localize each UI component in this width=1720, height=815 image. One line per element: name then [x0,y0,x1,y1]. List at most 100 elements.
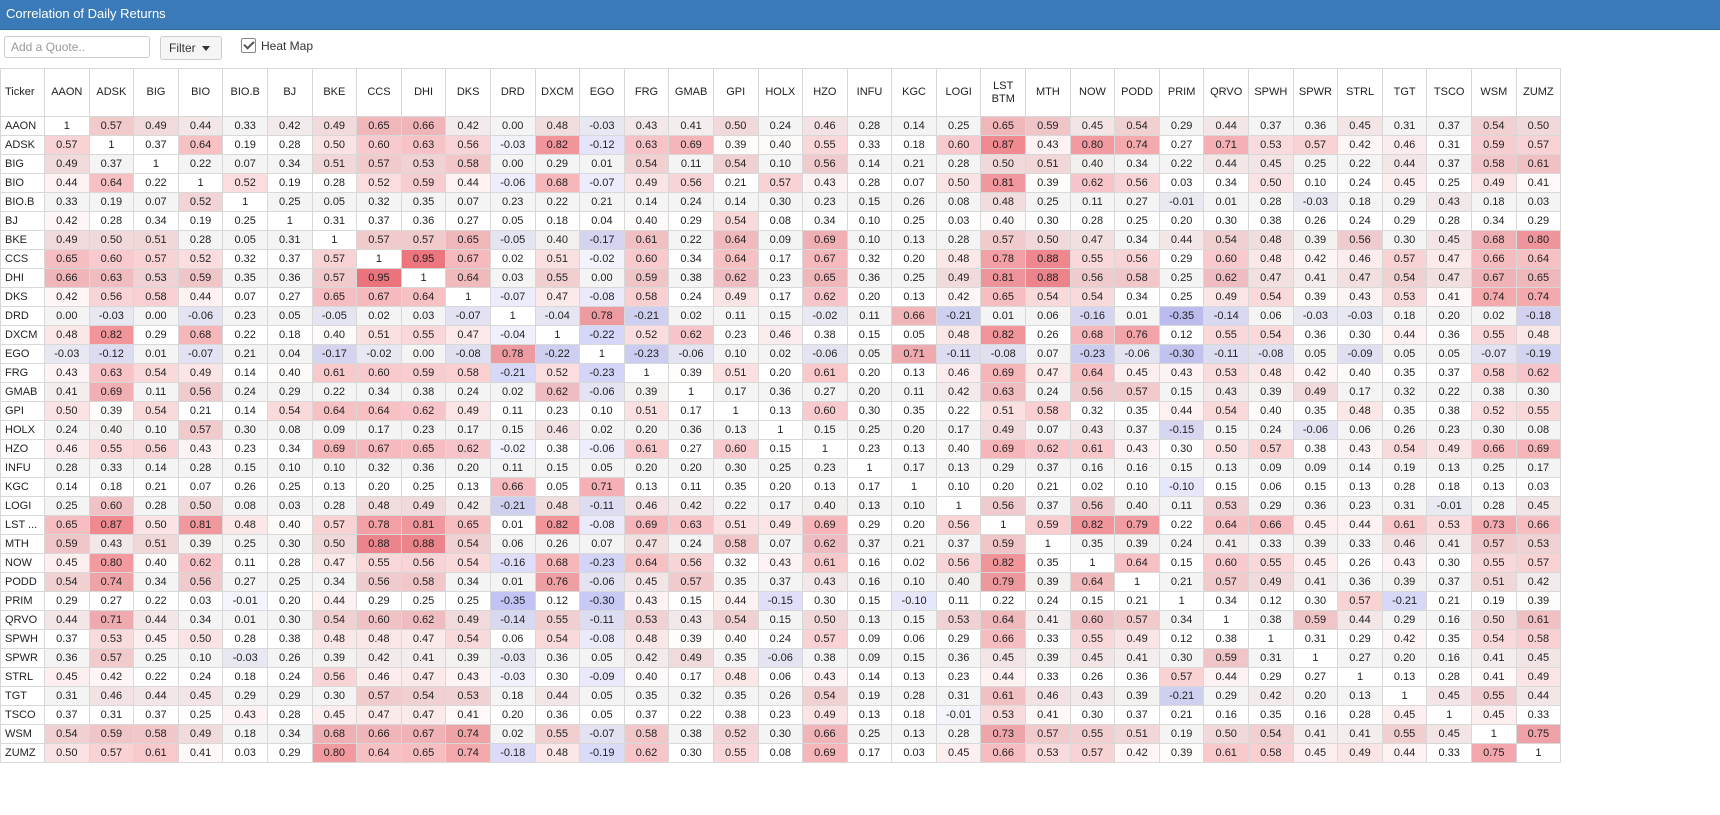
correlation-cell[interactable]: -0.06 [668,344,714,364]
correlation-cell[interactable]: 0.56 [1069,382,1116,402]
correlation-cell[interactable]: 0.23 [1337,496,1383,516]
correlation-cell[interactable]: 1 [489,306,536,326]
correlation-cell[interactable]: 0.48 [44,325,90,345]
correlation-cell[interactable]: -0.02 [489,439,536,459]
correlation-cell[interactable]: 0.23 [400,420,447,440]
correlation-cell[interactable]: 0.26 [1069,667,1116,687]
correlation-cell[interactable]: 0.22 [668,705,714,725]
correlation-cell[interactable]: -0.15 [757,591,804,611]
correlation-cell[interactable]: 0.30 [802,591,848,611]
correlation-cell[interactable]: 0.19 [266,173,313,193]
correlation-cell[interactable]: 0.64 [1515,249,1562,269]
correlation-cell[interactable]: 0.54 [1248,325,1294,345]
correlation-cell[interactable]: 0.09 [1292,458,1339,478]
correlation-cell[interactable]: 0.11 [1069,192,1116,212]
correlation-cell[interactable]: 1 [311,230,358,250]
correlation-cell[interactable]: 1 [222,192,268,212]
correlation-cell[interactable]: -0.21 [623,306,670,326]
correlation-cell[interactable]: 0.47 [534,287,581,307]
correlation-cell[interactable]: 0.55 [1471,686,1517,706]
correlation-cell[interactable]: 0.06 [757,667,804,687]
correlation-cell[interactable]: 0.50 [712,116,759,136]
correlation-cell[interactable]: 0.41 [445,705,491,725]
correlation-cell[interactable]: 0.30 [1515,382,1562,402]
correlation-cell[interactable]: 0.57 [1292,135,1339,155]
correlation-cell[interactable]: 0.15 [1203,420,1250,440]
correlation-cell[interactable]: 0.47 [400,705,447,725]
correlation-cell[interactable]: 0.69 [668,135,714,155]
correlation-cell[interactable]: 0.55 [1471,553,1517,573]
correlation-cell[interactable]: 0.18 [891,705,937,725]
correlation-cell[interactable]: 0.43 [1426,192,1472,212]
correlation-cell[interactable]: 0.19 [1471,591,1517,611]
correlation-cell[interactable]: 0.17 [757,287,804,307]
correlation-cell[interactable]: 0.05 [266,306,313,326]
correlation-cell[interactable]: 0.01 [489,515,536,535]
correlation-cell[interactable]: -0.08 [1248,344,1294,364]
correlation-cell[interactable]: 0.03 [222,743,268,763]
correlation-cell[interactable]: 0.53 [935,610,982,630]
row-header[interactable]: DRD [0,306,45,326]
correlation-cell[interactable]: 0.23 [757,705,804,725]
correlation-cell[interactable]: 0.71 [579,477,625,497]
correlation-cell[interactable]: 0.61 [311,363,358,383]
correlation-cell[interactable]: 0.60 [802,401,848,421]
correlation-cell[interactable]: 0.39 [1114,686,1160,706]
correlation-cell[interactable]: 0.26 [222,477,268,497]
correlation-cell[interactable]: 0.41 [177,743,224,763]
correlation-cell[interactable]: 0.36 [44,648,90,668]
correlation-cell[interactable]: 0.54 [1248,724,1294,744]
correlation-cell[interactable]: 0.38 [266,629,313,649]
correlation-cell[interactable]: 0.02 [891,553,937,573]
correlation-cell[interactable]: 0.30 [712,458,759,478]
correlation-cell[interactable]: 0.10 [891,572,937,592]
correlation-cell[interactable]: 0.81 [177,515,224,535]
correlation-cell[interactable]: 0.49 [133,116,179,136]
correlation-cell[interactable]: 0.48 [1515,325,1562,345]
correlation-cell[interactable]: 0.68 [177,325,224,345]
correlation-cell[interactable]: 0.28 [891,686,937,706]
correlation-cell[interactable]: 0.56 [311,667,358,687]
correlation-cell[interactable]: -0.35 [1158,306,1205,326]
correlation-cell[interactable]: 0.88 [1025,268,1071,288]
correlation-cell[interactable]: 0.69 [1515,439,1562,459]
correlation-cell[interactable]: 0.22 [712,496,759,516]
correlation-cell[interactable]: 0.13 [802,477,848,497]
correlation-cell[interactable]: 0.55 [1069,724,1116,744]
column-header[interactable]: INFU [846,68,893,117]
correlation-cell[interactable]: 0.41 [1114,648,1160,668]
correlation-cell[interactable]: 0.01 [222,610,268,630]
correlation-cell[interactable]: 0.55 [1381,724,1428,744]
correlation-cell[interactable]: 0.57 [1203,572,1250,592]
correlation-cell[interactable]: 0.00 [133,306,179,326]
correlation-cell[interactable]: 0.58 [133,287,179,307]
correlation-cell[interactable]: 0.44 [445,173,491,193]
correlation-cell[interactable]: 0.17 [712,382,759,402]
column-header[interactable]: SPWR [1292,68,1339,117]
correlation-cell[interactable]: 0.58 [712,534,759,554]
correlation-cell[interactable]: 0.62 [712,268,759,288]
correlation-cell[interactable]: 0.65 [44,515,90,535]
correlation-cell[interactable]: 0.46 [935,363,982,383]
correlation-cell[interactable]: 0.06 [489,534,536,554]
correlation-cell[interactable]: 0.30 [757,192,804,212]
correlation-cell[interactable]: 1 [1471,724,1517,744]
row-header[interactable]: FRG [0,363,45,383]
correlation-cell[interactable]: 0.10 [1292,173,1339,193]
correlation-cell[interactable]: 0.33 [846,135,893,155]
correlation-cell[interactable]: 0.31 [311,211,358,231]
correlation-cell[interactable]: 0.55 [1069,629,1116,649]
correlation-cell[interactable]: 0.34 [266,724,313,744]
correlation-cell[interactable]: 0.54 [445,534,491,554]
correlation-cell[interactable]: 0.49 [1114,629,1160,649]
correlation-cell[interactable]: 0.50 [1203,439,1250,459]
correlation-cell[interactable]: 0.22 [1337,154,1383,174]
correlation-cell[interactable]: 0.59 [1292,610,1339,630]
column-header[interactable]: PODD [1114,68,1160,117]
correlation-cell[interactable]: 0.15 [1203,477,1250,497]
correlation-cell[interactable]: 0.65 [311,287,358,307]
correlation-cell[interactable]: 0.27 [1114,192,1160,212]
correlation-cell[interactable]: 0.05 [1426,344,1472,364]
correlation-cell[interactable]: 0.49 [1292,382,1339,402]
correlation-cell[interactable]: 0.82 [534,135,581,155]
